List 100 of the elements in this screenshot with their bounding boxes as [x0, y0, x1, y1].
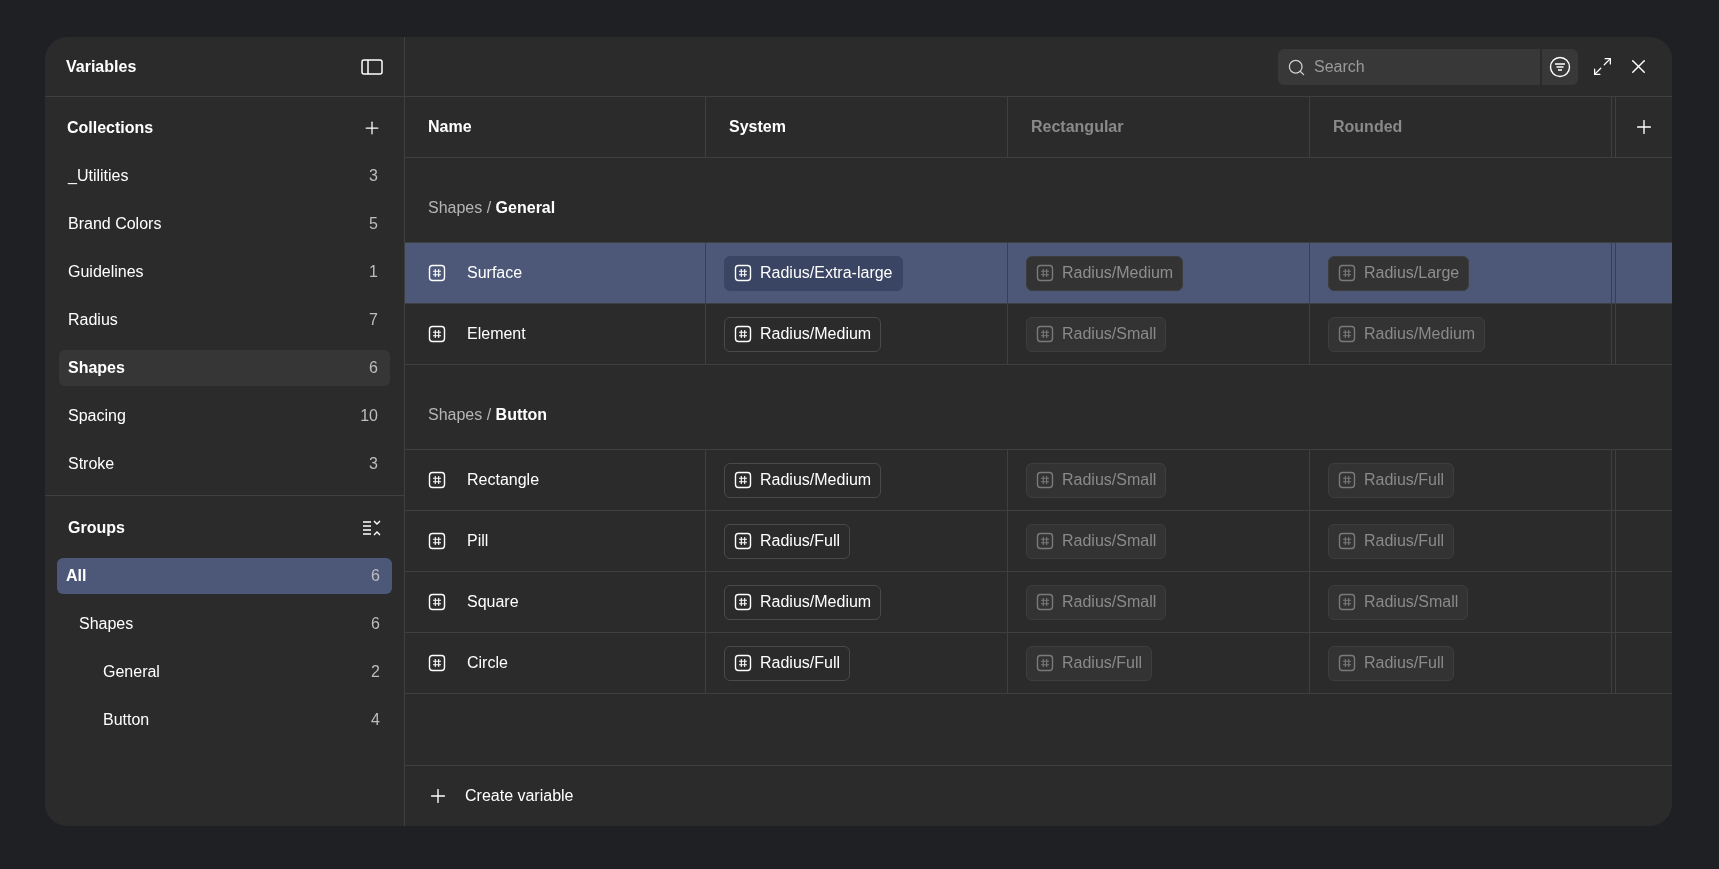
create-variable-button[interactable]: Create variable [405, 784, 574, 808]
sidebar-item[interactable]: All 6 [57, 558, 392, 594]
number-variable-icon [734, 471, 752, 489]
value-chip[interactable]: Radius/Small [1328, 584, 1469, 620]
sidebar-toggle-icon[interactable] [361, 58, 383, 75]
value-chip[interactable]: Radius/Medium [1026, 255, 1184, 291]
number-variable-icon [428, 471, 446, 489]
item-label: General [103, 662, 160, 682]
value-chip[interactable]: Radius/Medium [724, 584, 882, 620]
variable-row[interactable]: Rectangle Radius/Medium Radius/Small Radius/Full [405, 450, 1672, 511]
item-count: 4 [371, 710, 380, 730]
item-label: Shapes [68, 358, 125, 378]
variable-row[interactable]: Circle Radius/Full Radius/Full Radius/Full [405, 633, 1672, 694]
item-label: Brand Colors [68, 214, 162, 234]
item-count: 1 [369, 262, 378, 282]
sidebar-item[interactable]: General 2 [57, 654, 392, 690]
number-variable-icon [428, 325, 446, 343]
column-header: Rounded [1333, 117, 1403, 137]
item-count: 3 [369, 166, 378, 186]
item-label: Spacing [68, 406, 126, 426]
variable-row[interactable]: Pill Radius/Full Radius/Small Radius/Full [405, 511, 1672, 572]
number-variable-icon [1338, 654, 1356, 672]
value-chip[interactable]: Radius/Small [1026, 584, 1167, 620]
item-label: Stroke [68, 454, 115, 474]
group-heading: Shapes / General [428, 198, 556, 218]
sidebar-item[interactable]: Guidelines 1 [59, 254, 390, 290]
sidebar-item[interactable]: Shapes 6 [57, 606, 392, 642]
value-chip[interactable]: Radius/Full [1026, 645, 1153, 681]
filter-button[interactable] [1542, 48, 1578, 85]
item-count: 6 [371, 614, 380, 634]
item-label: Button [103, 710, 150, 730]
number-variable-icon [734, 325, 752, 343]
sidebar-item[interactable]: Shapes 6 [59, 350, 390, 386]
value-chip[interactable]: Radius/Full [724, 645, 851, 681]
number-variable-icon [1036, 325, 1054, 343]
sidebar-item[interactable]: _Utilities 3 [59, 158, 390, 194]
number-variable-icon [1338, 532, 1356, 550]
item-label: Guidelines [68, 262, 144, 282]
value-chip[interactable]: Radius/Small [1026, 462, 1167, 498]
number-variable-icon [1036, 654, 1054, 672]
column-header: Name [428, 117, 472, 137]
item-label: Radius [68, 310, 118, 330]
expand-icon[interactable] [1592, 56, 1613, 77]
variable-row[interactable]: Element Radius/Medium Radius/Small Radius/Medium [405, 304, 1672, 365]
value-chip[interactable]: Radius/Full [724, 523, 851, 559]
value-chip[interactable]: Radius/Full [1328, 462, 1455, 498]
number-variable-icon [1036, 471, 1054, 489]
number-variable-icon [1338, 593, 1356, 611]
number-variable-icon [734, 593, 752, 611]
variable-row[interactable]: Surface Radius/Extra-large Radius/Medium Radius/Large [405, 243, 1672, 304]
number-variable-icon [734, 654, 752, 672]
sidebar-item[interactable]: Brand Colors 5 [59, 206, 390, 242]
value-chip[interactable]: Radius/Extra-large [724, 255, 903, 291]
value-chip[interactable]: Radius/Full [1328, 645, 1455, 681]
variable-name: Pill [467, 531, 489, 551]
item-count: 7 [369, 310, 378, 330]
number-variable-icon [428, 264, 446, 282]
number-variable-icon [1036, 593, 1054, 611]
number-variable-icon [1338, 325, 1356, 343]
item-count: 2 [371, 662, 380, 682]
number-variable-icon [734, 264, 752, 282]
sidebar-item[interactable]: Spacing 10 [59, 398, 390, 434]
value-chip[interactable]: Radius/Small [1026, 316, 1167, 352]
group-heading: Shapes / Button [428, 405, 548, 425]
value-chip[interactable]: Radius/Large [1328, 255, 1470, 291]
variable-name: Surface [467, 263, 523, 283]
value-chip[interactable]: Radius/Medium [1328, 316, 1486, 352]
section-title: Collections [67, 118, 154, 138]
number-variable-icon [1036, 264, 1054, 282]
number-variable-icon [428, 593, 446, 611]
variable-name: Element [467, 324, 526, 344]
window-title: Variables [66, 56, 137, 77]
number-variable-icon [428, 532, 446, 550]
variable-name: Circle [467, 653, 508, 673]
item-count: 6 [371, 566, 380, 586]
value-chip[interactable]: Radius/Medium [724, 462, 882, 498]
number-variable-icon [428, 654, 446, 672]
item-count: 6 [369, 358, 378, 378]
number-variable-icon [734, 532, 752, 550]
value-chip[interactable]: Radius/Full [1328, 523, 1455, 559]
search-field[interactable]: Search [1278, 48, 1540, 85]
item-label: _Utilities [68, 166, 129, 186]
variable-name: Square [467, 592, 519, 612]
item-count: 10 [360, 406, 378, 426]
variable-name: Rectangle [467, 470, 540, 490]
sidebar-item[interactable]: Radius 7 [59, 302, 390, 338]
variable-row[interactable]: Square Radius/Medium Radius/Small Radius/Small [405, 572, 1672, 633]
column-header: System [729, 117, 786, 137]
number-variable-icon [1338, 264, 1356, 282]
section-title: Groups [68, 518, 125, 538]
number-variable-icon [1036, 532, 1054, 550]
number-variable-icon [1338, 471, 1356, 489]
sidebar-item[interactable]: Stroke 3 [59, 446, 390, 482]
item-label: Shapes [79, 614, 134, 634]
value-chip[interactable]: Radius/Small [1026, 523, 1167, 559]
search-icon [1287, 57, 1306, 77]
column-header: Rectangular [1031, 117, 1124, 137]
collapse-list-icon[interactable] [362, 519, 382, 537]
sidebar-item[interactable]: Button 4 [57, 702, 392, 738]
value-chip[interactable]: Radius/Medium [724, 316, 882, 352]
